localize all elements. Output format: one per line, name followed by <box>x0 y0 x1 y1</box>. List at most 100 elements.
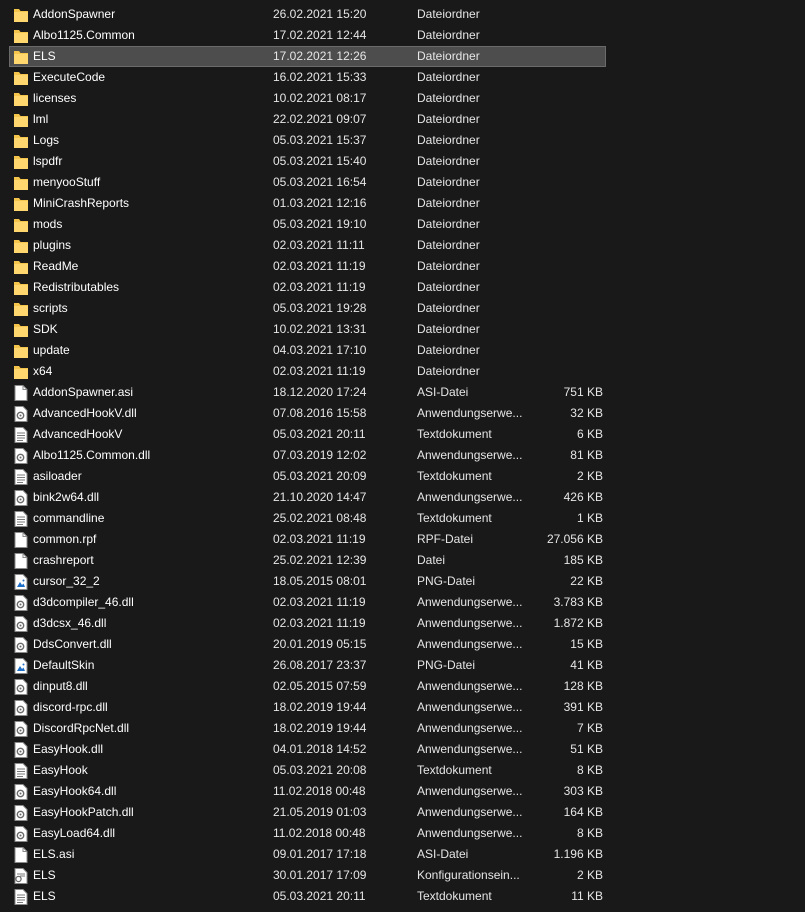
file-row[interactable]: AdvancedHookV 05.03.2021 20:11 Textdokumen… <box>0 424 805 445</box>
dll-icon <box>14 595 28 611</box>
file-row[interactable]: scripts 05.03.2021 19:28 Dateiordner <box>0 298 805 319</box>
file-type: Dateiordner <box>417 343 480 357</box>
file-row[interactable]: ExecuteCode 16.02.2021 15:33 Dateiordner <box>0 67 805 88</box>
file-row[interactable]: MiniCrashReports 01.03.2021 12:16 Dateiord… <box>0 193 805 214</box>
file-size: 185 KB <box>563 553 603 567</box>
file-row[interactable]: ELS.asi 09.01.2017 17:18 ASI-Datei 1.196 KB <box>0 844 805 865</box>
file-type: Anwendungserwe... <box>417 406 523 420</box>
dll-icon <box>14 742 28 758</box>
file-type: Textdokument <box>417 889 492 903</box>
file-row[interactable]: d3dcompiler_46.dll 02.03.2021 11:19 Anwend… <box>0 592 805 613</box>
file-type: Anwendungserwe... <box>417 784 523 798</box>
file-row[interactable]: SDK 10.02.2021 13:31 Dateiordner <box>0 319 805 340</box>
file-row[interactable]: discord-rpc.dll 18.02.2019 19:44 Anwendung… <box>0 697 805 718</box>
file-type: Anwendungserwe... <box>417 826 523 840</box>
file-name: Redistributables <box>33 280 120 294</box>
file-name: DdsConvert.dll <box>33 637 112 651</box>
file-row[interactable]: EasyHook64.dll 11.02.2018 00:48 Anwendungs… <box>0 781 805 802</box>
file-row[interactable]: d3dcsx_46.dll 02.03.2021 11:19 Anwendungse… <box>0 613 805 634</box>
file-size: 8 KB <box>576 826 603 840</box>
file-type: PNG-Datei <box>417 658 476 672</box>
file-row[interactable]: menyooStuff 05.03.2021 16:54 Dateiordner <box>0 172 805 193</box>
file-type: Textdokument <box>417 469 492 483</box>
folder-icon <box>14 175 28 191</box>
file-row[interactable]: asiloader 05.03.2021 20:09 Textdokument 2 K… <box>0 466 805 487</box>
file-name: commandline <box>33 511 105 525</box>
file-date: 18.12.2020 17:24 <box>273 385 367 399</box>
file-date: 05.03.2021 20:11 <box>273 427 366 441</box>
file-row[interactable]: AddonSpawner.asi 18.12.2020 17:24 ASI-Date… <box>0 382 805 403</box>
file-icon <box>14 553 28 569</box>
folder-icon <box>14 70 28 86</box>
file-date: 18.05.2015 08:01 <box>273 574 367 588</box>
file-type: Dateiordner <box>417 49 480 63</box>
file-size: 1.196 KB <box>553 847 603 861</box>
file-row[interactable]: EasyHookPatch.dll 21.05.2019 01:03 Anwendu… <box>0 802 805 823</box>
file-name: lml <box>33 112 49 126</box>
file-row[interactable]: lml 22.02.2021 09:07 Dateiordner <box>0 109 805 130</box>
file-row[interactable]: crashreport 25.02.2021 12:39 Datei 185 KB <box>0 550 805 571</box>
folder-icon <box>14 364 28 380</box>
file-row[interactable]: cursor_32_2 18.05.2015 08:01 PNG-Datei 22 K… <box>0 571 805 592</box>
file-row[interactable]: bink2w64.dll 21.10.2020 14:47 Anwendungser… <box>0 487 805 508</box>
file-type: Dateiordner <box>417 154 480 168</box>
dll-icon <box>14 448 28 464</box>
file-size: 3.783 KB <box>553 595 603 609</box>
file-row[interactable]: ELS 05.03.2021 20:11 Textdokument 11 KB <box>0 886 805 907</box>
dll-icon <box>14 700 28 716</box>
file-row[interactable]: EasyLoad64.dll 11.02.2018 00:48 Anwendungs… <box>0 823 805 844</box>
text-file-icon <box>14 427 28 443</box>
file-size: 2 KB <box>576 469 603 483</box>
file-row[interactable]: DiscordRpcNet.dll 18.02.2019 19:44 Anwendu… <box>0 718 805 739</box>
dll-icon <box>14 616 28 632</box>
file-name: ExecuteCode <box>33 70 106 84</box>
file-row[interactable]: Logs 05.03.2021 15:37 Dateiordner <box>0 130 805 151</box>
file-row[interactable]: ReadMe 02.03.2021 11:19 Dateiordner <box>0 256 805 277</box>
file-name: bink2w64.dll <box>33 490 100 504</box>
file-name: d3dcompiler_46.dll <box>33 595 134 609</box>
file-row[interactable]: update 04.03.2021 17:10 Dateiordner <box>0 340 805 361</box>
file-row-selected[interactable]: ELS 17.02.2021 12:26 Dateiordner <box>0 46 805 67</box>
file-row[interactable]: Redistributables 02.03.2021 11:19 Dateiord… <box>0 277 805 298</box>
file-row[interactable]: licenses 10.02.2021 08:17 Dateiordner <box>0 88 805 109</box>
file-size: 22 KB <box>570 574 603 588</box>
file-row[interactable]: Albo1125.Common 17.02.2021 12:44 Dateiordn… <box>0 25 805 46</box>
file-date: 17.02.2021 12:44 <box>273 28 367 42</box>
file-date: 02.05.2015 07:59 <box>273 679 367 693</box>
file-row[interactable]: DefaultSkin 26.08.2017 23:37 PNG-Datei 41 K… <box>0 655 805 676</box>
file-type: RPF-Datei <box>417 532 474 546</box>
file-row[interactable]: AddonSpawner 26.02.2021 15:20 Dateiordner <box>0 4 805 25</box>
file-name: EasyHook <box>33 763 88 777</box>
file-type: Dateiordner <box>417 7 480 21</box>
file-row[interactable]: AdvancedHookV.dll 07.08.2016 15:58 Anwendu… <box>0 403 805 424</box>
file-row[interactable]: commandline 25.02.2021 08:48 Textdokument 1… <box>0 508 805 529</box>
file-type: Dateiordner <box>417 175 480 189</box>
file-type: Anwendungserwe... <box>417 700 523 714</box>
file-date: 21.10.2020 14:47 <box>273 490 367 504</box>
file-name: EasyLoad64.dll <box>33 826 116 840</box>
file-row[interactable]: x64 02.03.2021 11:19 Dateiordner <box>0 361 805 382</box>
folder-icon <box>14 238 28 254</box>
file-name: x64 <box>33 364 53 378</box>
config-file-icon <box>14 868 28 884</box>
dll-icon <box>14 826 28 842</box>
file-row[interactable]: EasyHook 05.03.2021 20:08 Textdokument 8 KB <box>0 760 805 781</box>
file-row[interactable]: Albo1125.Common.dll 07.03.2019 12:02 Anwen… <box>0 445 805 466</box>
file-row[interactable]: plugins 02.03.2021 11:11 Dateiordner <box>0 235 805 256</box>
file-row[interactable]: dinput8.dll 02.05.2015 07:59 Anwendungserw… <box>0 676 805 697</box>
file-date: 02.03.2021 11:11 <box>273 238 365 252</box>
file-row[interactable]: lspdfr 05.03.2021 15:40 Dateiordner <box>0 151 805 172</box>
file-row[interactable]: common.rpf 02.03.2021 11:19 RPF-Datei 27.05… <box>0 529 805 550</box>
file-icon <box>14 385 28 401</box>
file-type: ASI-Datei <box>417 385 469 399</box>
file-type: Dateiordner <box>417 91 480 105</box>
file-row[interactable]: EasyHook.dll 04.01.2018 14:52 Anwendungser… <box>0 739 805 760</box>
file-row[interactable]: DdsConvert.dll 20.01.2019 05:15 Anwendungs… <box>0 634 805 655</box>
folder-icon <box>14 343 28 359</box>
file-row[interactable]: ELS 30.01.2017 17:09 Konfigurationsein... 2… <box>0 865 805 886</box>
file-size: 2 KB <box>576 868 603 882</box>
file-row[interactable]: mods 05.03.2021 19:10 Dateiordner <box>0 214 805 235</box>
file-date: 16.02.2021 15:33 <box>273 70 367 84</box>
file-name: EasyHookPatch.dll <box>33 805 134 819</box>
file-name: mods <box>33 217 63 231</box>
